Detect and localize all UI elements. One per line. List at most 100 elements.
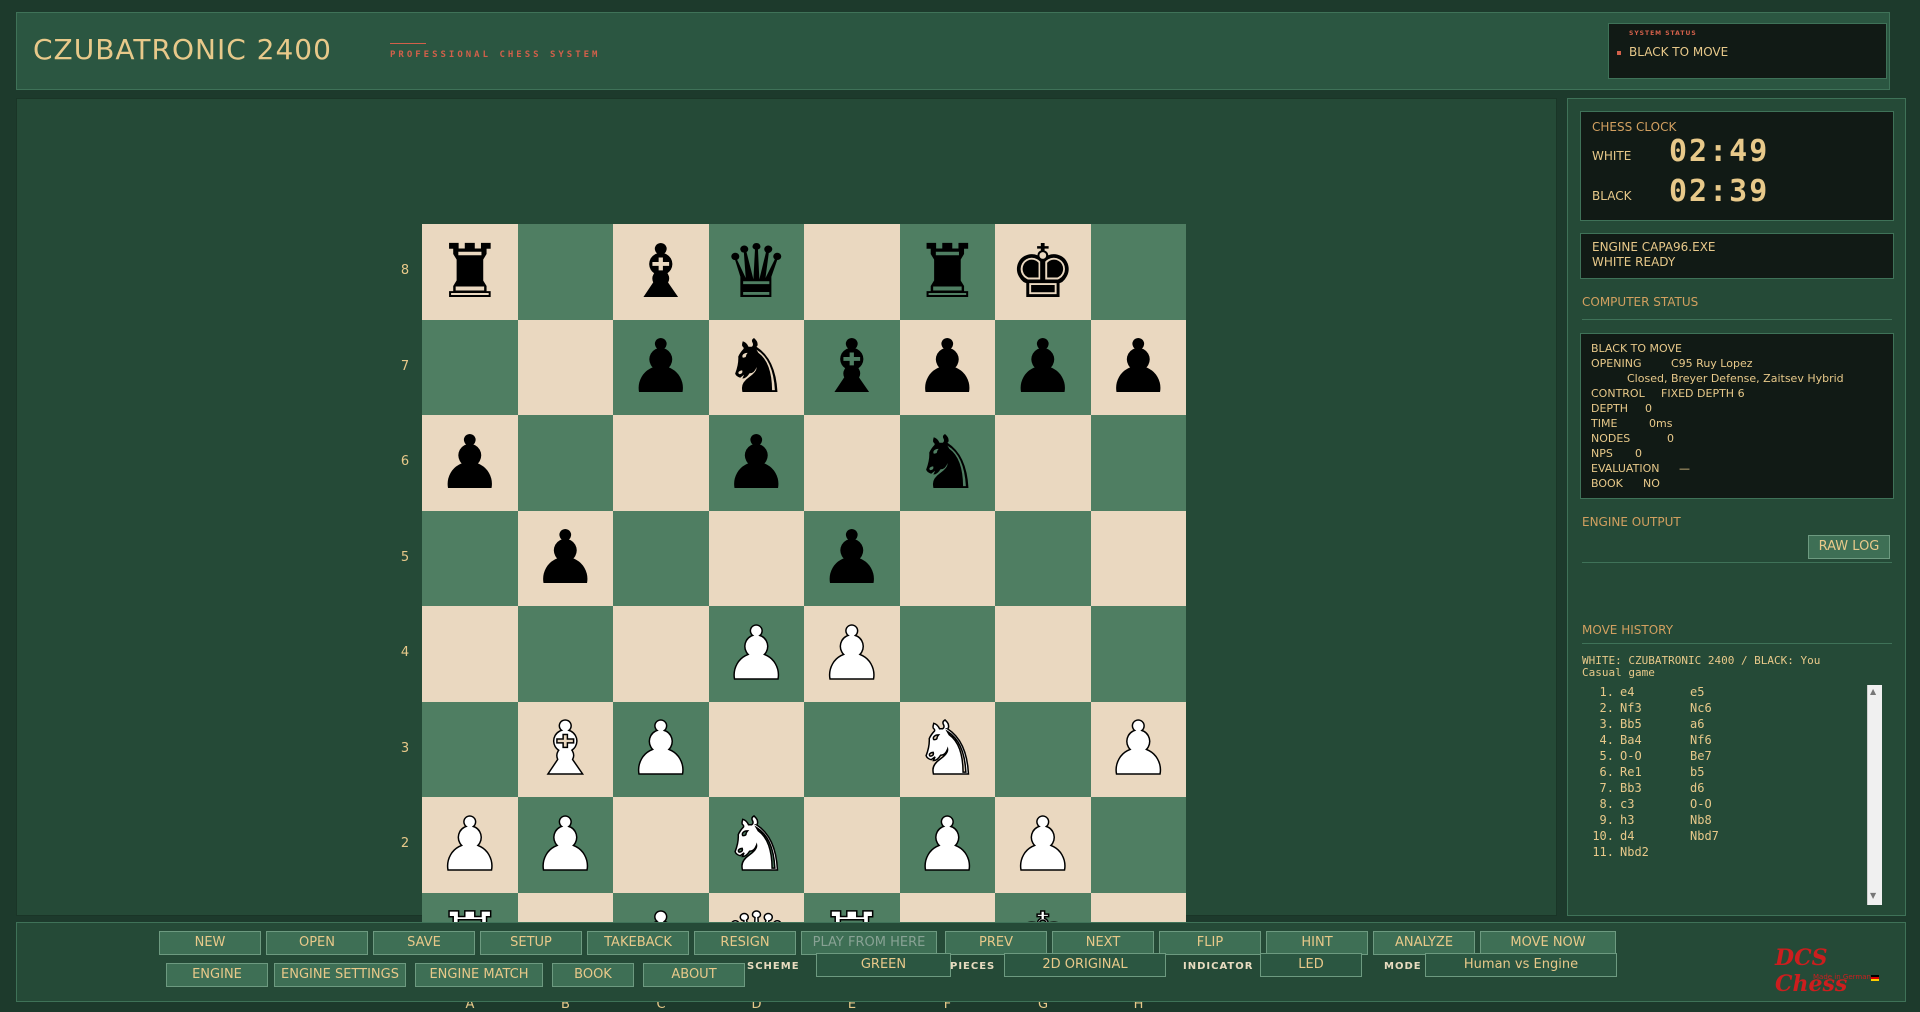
square-a2[interactable]: ♟ [422, 797, 518, 893]
move-list-scrollbar[interactable]: ▲ ▼ [1867, 685, 1882, 905]
square-d6[interactable]: ♟ [708, 415, 804, 511]
open-button[interactable]: OPEN [266, 931, 368, 955]
square-a8[interactable]: ♜ [422, 224, 518, 320]
pieces-select[interactable]: 2D ORIGINAL [1004, 953, 1166, 977]
black-queen-icon[interactable]: ♛ [723, 235, 789, 309]
engine-settings-button[interactable]: ENGINE SETTINGS [274, 963, 406, 987]
move-row[interactable]: 2. Nf3 Nc6 [1584, 701, 1884, 717]
square-d2[interactable]: ♞ [708, 797, 804, 893]
black-pawn-icon[interactable]: ♟ [532, 521, 598, 595]
black-move[interactable]: Be7 [1690, 749, 1712, 763]
engine-button[interactable]: ENGINE [166, 963, 268, 987]
black-knight-icon[interactable]: ♞ [723, 330, 789, 404]
square-b5[interactable]: ♟ [517, 510, 613, 606]
move-row[interactable]: 5. O-O Be7 [1584, 749, 1884, 765]
black-pawn-icon[interactable]: ♟ [1010, 330, 1076, 404]
square-h2[interactable] [1090, 797, 1186, 893]
next-button[interactable]: NEXT [1052, 931, 1154, 955]
white-pawn-icon[interactable]: ♟ [722, 616, 790, 692]
square-g5[interactable] [995, 510, 1091, 606]
move-row[interactable]: 11. Nbd2 [1584, 845, 1884, 861]
square-f4[interactable] [899, 606, 995, 702]
square-g4[interactable] [995, 606, 1091, 702]
black-bishop-icon[interactable]: ♝ [819, 330, 885, 404]
move-row[interactable]: 1. e4 e5 [1584, 685, 1884, 701]
square-c6[interactable] [613, 415, 709, 511]
black-pawn-icon[interactable]: ♟ [819, 521, 885, 595]
black-rook-icon[interactable]: ♜ [437, 235, 503, 309]
square-d4[interactable]: ♟ [708, 606, 804, 702]
white-pawn-icon[interactable]: ♟ [531, 807, 599, 883]
square-f3[interactable]: ♞ [899, 701, 995, 797]
analyze-button[interactable]: ANALYZE [1373, 931, 1475, 955]
square-c5[interactable] [613, 510, 709, 606]
prev-button[interactable]: PREV [945, 931, 1047, 955]
square-e7[interactable]: ♝ [804, 319, 900, 415]
square-c7[interactable]: ♟ [613, 319, 709, 415]
white-move[interactable]: Nf3 [1620, 701, 1642, 715]
white-pawn-icon[interactable]: ♟ [1009, 807, 1077, 883]
square-e8[interactable] [804, 224, 900, 320]
move-row[interactable]: 9. h3 Nb8 [1584, 813, 1884, 829]
white-move[interactable]: O-O [1620, 749, 1642, 763]
black-move[interactable]: O-O [1690, 797, 1712, 811]
square-f5[interactable] [899, 510, 995, 606]
square-c4[interactable] [613, 606, 709, 702]
black-move[interactable]: Nc6 [1690, 701, 1712, 715]
scroll-down-icon[interactable]: ▼ [1870, 891, 1876, 900]
move-row[interactable]: 10. d4 Nbd7 [1584, 829, 1884, 845]
white-move[interactable]: h3 [1620, 813, 1634, 827]
black-move[interactable]: Nbd7 [1690, 829, 1719, 843]
flip-button[interactable]: FLIP [1159, 931, 1261, 955]
white-move[interactable]: Bb3 [1620, 781, 1642, 795]
square-d5[interactable] [708, 510, 804, 606]
black-move[interactable]: Nf6 [1690, 733, 1712, 747]
square-d8[interactable]: ♛ [708, 224, 804, 320]
black-pawn-icon[interactable]: ♟ [914, 330, 980, 404]
play-from-here-button[interactable]: PLAY FROM HERE [801, 931, 937, 955]
square-g2[interactable]: ♟ [995, 797, 1091, 893]
square-e6[interactable] [804, 415, 900, 511]
black-move[interactable]: e5 [1690, 685, 1704, 699]
resign-button[interactable]: RESIGN [694, 931, 796, 955]
square-b6[interactable] [517, 415, 613, 511]
square-g6[interactable] [995, 415, 1091, 511]
square-f7[interactable]: ♟ [899, 319, 995, 415]
black-move[interactable]: d6 [1690, 781, 1704, 795]
move-now-button[interactable]: MOVE NOW [1480, 931, 1616, 955]
move-row[interactable]: 3. Bb5 a6 [1584, 717, 1884, 733]
white-move[interactable]: d4 [1620, 829, 1634, 843]
square-g8[interactable]: ♚ [995, 224, 1091, 320]
square-b4[interactable] [517, 606, 613, 702]
square-c2[interactable] [613, 797, 709, 893]
square-b7[interactable] [517, 319, 613, 415]
white-pawn-icon[interactable]: ♟ [1104, 712, 1172, 788]
square-h7[interactable]: ♟ [1090, 319, 1186, 415]
square-e4[interactable]: ♟ [804, 606, 900, 702]
new-button[interactable]: NEW [159, 931, 261, 955]
square-h3[interactable]: ♟ [1090, 701, 1186, 797]
white-bishop-icon[interactable]: ♝ [531, 712, 599, 788]
white-knight-icon[interactable]: ♞ [722, 807, 790, 883]
square-h4[interactable] [1090, 606, 1186, 702]
white-move[interactable]: Nbd2 [1620, 845, 1649, 859]
black-pawn-icon[interactable]: ♟ [1105, 330, 1171, 404]
mode-select[interactable]: Human vs Engine [1425, 953, 1617, 977]
scroll-up-icon[interactable]: ▲ [1870, 687, 1876, 696]
square-a3[interactable] [422, 701, 518, 797]
black-bishop-icon[interactable]: ♝ [628, 235, 694, 309]
move-row[interactable]: 6. Re1 b5 [1584, 765, 1884, 781]
square-c8[interactable]: ♝ [613, 224, 709, 320]
square-g3[interactable] [995, 701, 1091, 797]
black-rook-icon[interactable]: ♜ [914, 235, 980, 309]
book-button[interactable]: BOOK [552, 963, 634, 987]
square-d3[interactable] [708, 701, 804, 797]
square-a5[interactable] [422, 510, 518, 606]
raw-log-button[interactable]: RAW LOG [1808, 535, 1890, 559]
move-row[interactable]: 7. Bb3 d6 [1584, 781, 1884, 797]
square-c3[interactable]: ♟ [613, 701, 709, 797]
hint-button[interactable]: HINT [1266, 931, 1368, 955]
square-h6[interactable] [1090, 415, 1186, 511]
square-h5[interactable] [1090, 510, 1186, 606]
white-move[interactable]: c3 [1620, 797, 1634, 811]
